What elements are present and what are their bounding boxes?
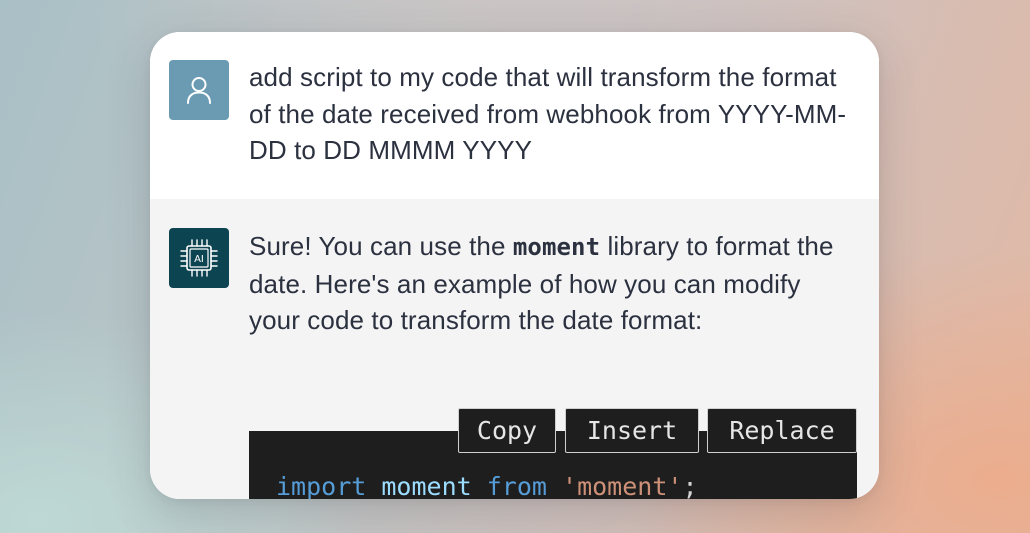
chat-card: add script to my code that will transfor… <box>150 32 879 499</box>
copy-button[interactable]: Copy <box>458 408 556 453</box>
code-line: import moment from 'moment'; <box>276 472 698 499</box>
user-message: add script to my code that will transfor… <box>150 32 879 199</box>
code-identifier: moment <box>381 472 472 499</box>
insert-button[interactable]: Insert <box>565 408 699 453</box>
code-keyword-from: from <box>486 472 547 499</box>
code-string: 'moment' <box>562 472 683 499</box>
ai-inline-code: moment <box>512 233 601 261</box>
code-semicolon: ; <box>682 472 698 499</box>
user-avatar <box>169 60 229 120</box>
user-message-text: add script to my code that will transfor… <box>249 62 847 165</box>
code-keyword-import: import <box>276 472 367 499</box>
ai-message: AI Sure! You can use the moment library … <box>150 199 879 499</box>
replace-button[interactable]: Replace <box>707 408 857 453</box>
ai-chip-icon: AI <box>180 239 218 277</box>
ai-chip-label: AI <box>194 254 204 265</box>
ai-message-text: Sure! You can use the moment library to … <box>249 228 849 339</box>
user-icon <box>187 77 211 104</box>
ai-avatar: AI <box>169 228 229 288</box>
ai-text-before: Sure! You can use the <box>249 231 513 261</box>
